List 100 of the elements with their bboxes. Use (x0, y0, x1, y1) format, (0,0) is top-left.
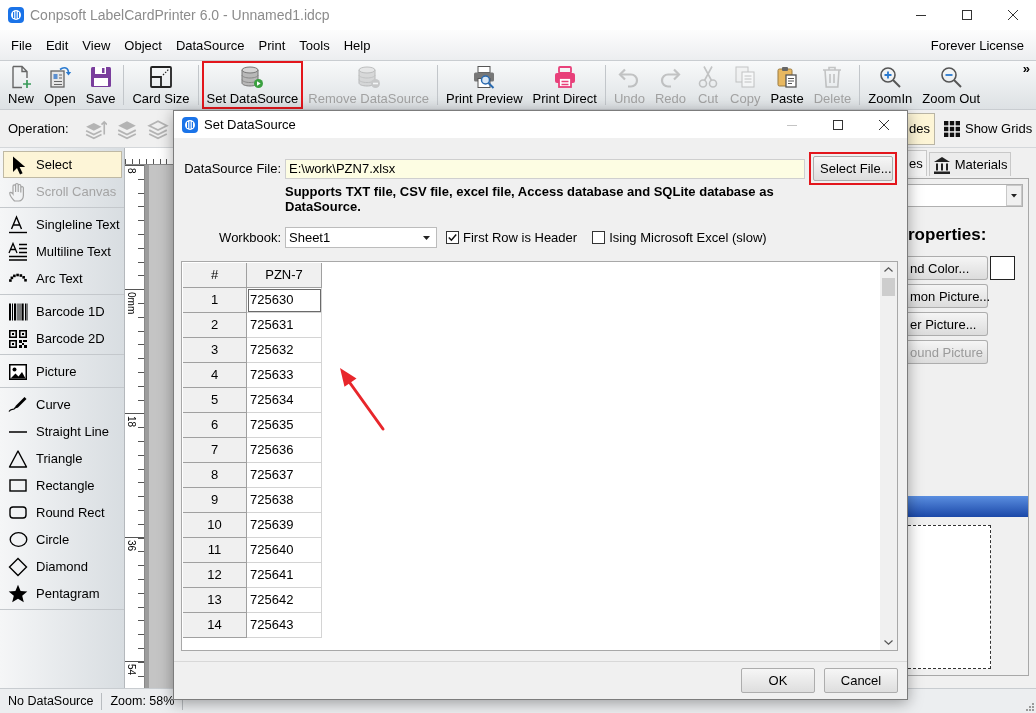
tool-item[interactable]: Barcode 1D (3, 298, 122, 325)
close-icon (879, 119, 889, 130)
select-file-button[interactable]: Select File... (813, 156, 893, 181)
tool-item[interactable]: Select (3, 151, 122, 178)
dialog-button[interactable]: Cancel (824, 668, 898, 693)
row-number-cell[interactable]: 7 (183, 438, 247, 463)
menu-item[interactable]: DataSource (168, 35, 252, 55)
tool-item[interactable]: Curve (3, 391, 122, 418)
tool-item[interactable]: Diamond (3, 553, 122, 580)
row-number-cell[interactable]: 11 (183, 538, 247, 563)
view-toggle-button[interactable]: des (908, 112, 935, 145)
table-cell[interactable]: 725634 (247, 388, 322, 413)
table-cell[interactable]: 725631 (247, 313, 322, 338)
row-number-cell[interactable]: 6 (183, 413, 247, 438)
row-number-cell[interactable]: 9 (183, 488, 247, 513)
row-number-cell[interactable]: 5 (183, 388, 247, 413)
table-cell[interactable]: 725632 (247, 338, 322, 363)
table-cell[interactable]: 725630 (247, 288, 322, 313)
menu-item[interactable]: Object (117, 35, 169, 55)
table-cell[interactable]: 725636 (247, 438, 322, 463)
ellipse-icon (8, 532, 28, 547)
table-cell[interactable]: 725640 (247, 538, 322, 563)
toolbar-button[interactable]: Print Preview (441, 61, 528, 109)
tool-item[interactable]: Rectangle (3, 472, 122, 499)
scrollbar-thumb[interactable] (882, 278, 895, 296)
toolbar-button[interactable]: Print Direct (527, 61, 602, 109)
resize-grip-icon (1024, 701, 1034, 711)
row-number-cell[interactable]: 8 (183, 463, 247, 488)
table-cell[interactable]: 725639 (247, 513, 322, 538)
panel-tab[interactable]: es (908, 150, 927, 176)
toolbar-button[interactable]: ZoomIn (863, 61, 918, 109)
menu-item[interactable]: Edit (38, 35, 76, 55)
ruler-label: 8 (126, 168, 137, 174)
rectangle-icon (9, 479, 27, 492)
object-dropdown[interactable] (908, 184, 1023, 207)
column-header[interactable]: # (183, 263, 247, 288)
table-cell[interactable]: 725633 (247, 363, 322, 388)
database-icon (356, 65, 381, 89)
checkbox[interactable] (446, 231, 459, 244)
toolbar-button[interactable]: Zoom Out (917, 61, 986, 109)
ruler-label: 0mm (126, 292, 137, 315)
dialog-button[interactable]: OK (741, 668, 815, 693)
toolbar-button[interactable]: Card Size (127, 61, 195, 109)
tool-item[interactable]: Multiline Text (3, 238, 122, 265)
row-number-cell[interactable]: 4 (183, 363, 247, 388)
property-button[interactable]: er Picture... (908, 312, 988, 336)
overflow-button[interactable]: » (1018, 61, 1034, 76)
zoom-in-icon (878, 65, 903, 89)
menu-item[interactable]: Print (251, 35, 293, 55)
file-path-field[interactable]: E:\work\PZN7.xlsx (285, 158, 805, 179)
tool-item[interactable]: Round Rect (3, 499, 122, 526)
property-button[interactable]: nd Color... (908, 256, 988, 280)
text-icon (8, 214, 28, 235)
app-logo-icon (8, 7, 24, 23)
tool-item[interactable]: Pentagram (3, 580, 122, 607)
vertical-scrollbar[interactable] (880, 262, 897, 650)
row-number-cell[interactable]: 12 (183, 563, 247, 588)
panel-tab[interactable]: Materials (928, 152, 1012, 176)
row-number-cell[interactable]: 3 (183, 338, 247, 363)
tool-item[interactable]: Barcode 2D (3, 325, 122, 352)
tool-item[interactable]: Straight Line (3, 418, 122, 445)
row-number-cell[interactable]: 10 (183, 513, 247, 538)
toolbar-button[interactable]: Open (39, 61, 81, 109)
tool-item[interactable]: Singleline Text (3, 211, 122, 238)
tool-item[interactable]: Triangle (3, 445, 122, 472)
table-cell[interactable]: 725641 (247, 563, 322, 588)
menu-item[interactable]: Help (336, 35, 378, 55)
toolbar-button[interactable]: Paste (765, 61, 809, 109)
table-cell[interactable]: 725638 (247, 488, 322, 513)
checkbox[interactable] (592, 231, 606, 244)
table-cell[interactable]: 725642 (247, 588, 322, 613)
tool-item[interactable]: Circle (3, 526, 122, 553)
ruler-label: 54 (126, 664, 137, 676)
table-cell[interactable]: 725643 (247, 613, 322, 638)
table-cell[interactable]: 725637 (247, 463, 322, 488)
tool-item[interactable]: Arc Text (3, 265, 122, 292)
toolbar-button[interactable]: Set DataSource (201, 61, 304, 109)
menu-item[interactable]: View (75, 35, 118, 55)
property-button[interactable]: mon Picture... (908, 284, 988, 308)
column-header[interactable]: PZN-7 (247, 263, 322, 288)
table-cell[interactable]: 725635 (247, 413, 322, 438)
database-icon (240, 65, 265, 89)
toolbar-button[interactable]: New (3, 61, 39, 109)
copy-icon (733, 65, 758, 89)
menu-item[interactable]: Tools (292, 35, 337, 55)
row-number-cell[interactable]: 14 (183, 613, 247, 638)
row-number-cell[interactable]: 2 (183, 313, 247, 338)
workbook-dropdown[interactable]: Sheet1 (285, 227, 437, 248)
picture-icon (8, 362, 28, 381)
menu-item[interactable]: File (4, 35, 39, 55)
checkbox-label: First Row is Header (463, 230, 578, 245)
toolbar-button[interactable]: Save (80, 61, 121, 109)
row-number-cell[interactable]: 13 (183, 588, 247, 613)
swatch-icon[interactable] (990, 256, 1015, 280)
status-text: Zoom: 58% (110, 694, 175, 708)
format-note: Supports TXT file, CSV file, excel file, Access database and SQLite database as DataSource. (285, 184, 775, 214)
tool-item[interactable]: Picture (3, 358, 122, 385)
view-toggle-button[interactable]: Show Grids (938, 112, 1036, 145)
open-document-icon (47, 65, 72, 89)
row-number-cell[interactable]: 1 (183, 288, 247, 313)
